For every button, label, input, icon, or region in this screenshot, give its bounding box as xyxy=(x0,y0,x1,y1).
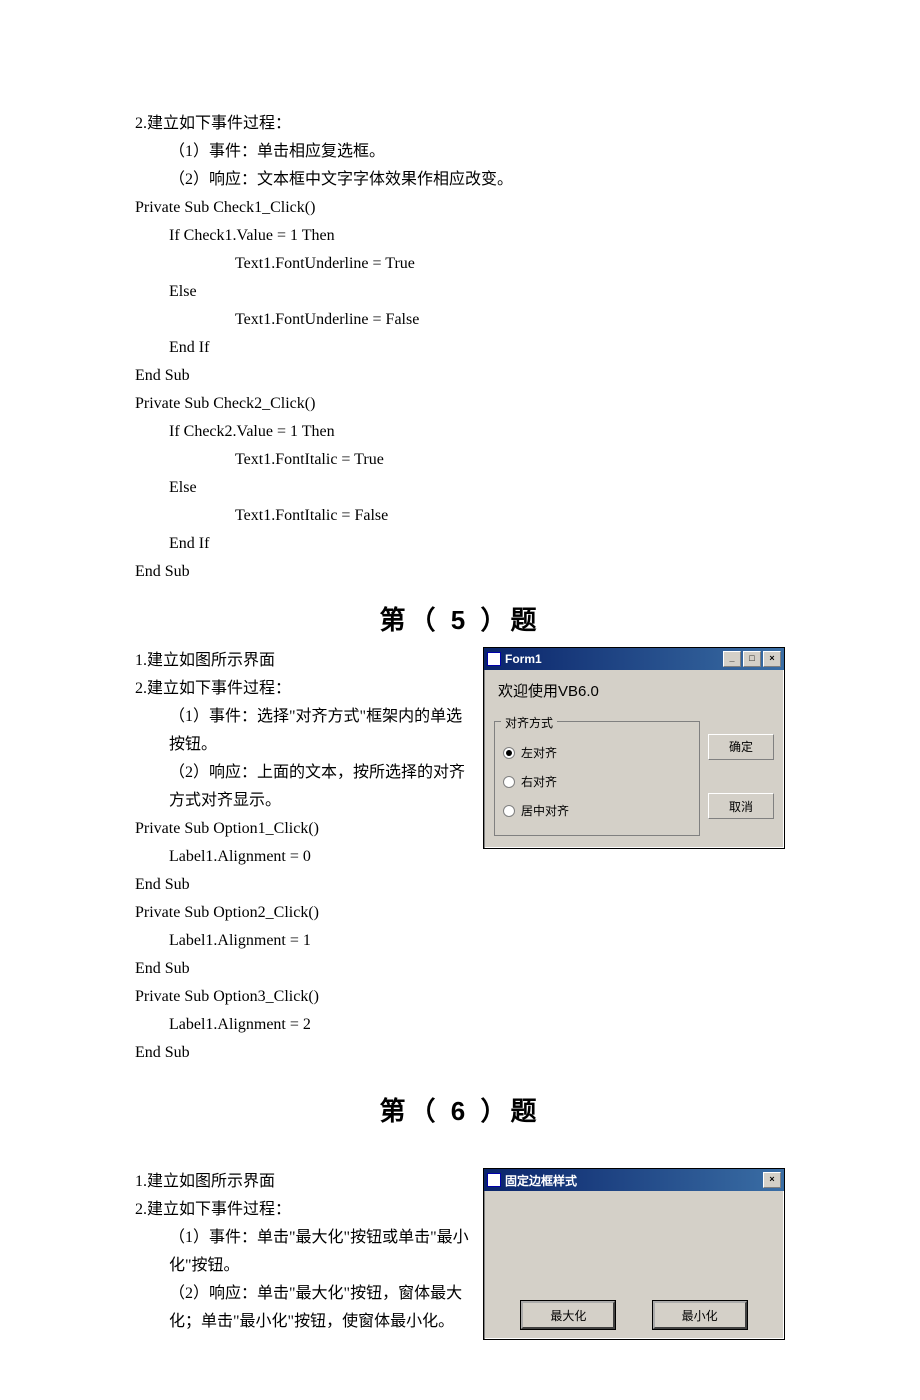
radio-icon[interactable] xyxy=(503,776,515,788)
option-label: 左对齐 xyxy=(521,744,557,761)
code-line: Private Sub Option2_Click() xyxy=(135,899,785,927)
q4-event: （1）事件：单击相应复选框。 xyxy=(135,138,785,166)
close-icon[interactable]: × xyxy=(763,1172,781,1188)
form-icon xyxy=(487,652,501,666)
maximize-button[interactable]: 最大化 xyxy=(521,1301,615,1329)
code-line: If Check1.Value = 1 Then xyxy=(135,222,785,250)
code-line: End Sub xyxy=(135,362,785,390)
option-left-align[interactable]: 左对齐 xyxy=(503,738,691,767)
option-label: 居中对齐 xyxy=(521,802,569,819)
code-line: Private Sub Check1_Click() xyxy=(135,194,785,222)
titlebar[interactable]: 固定边框样式 × xyxy=(484,1169,784,1191)
code-line: End Sub xyxy=(135,955,785,983)
code-line: End If xyxy=(135,530,785,558)
option-right-align[interactable]: 右对齐 xyxy=(503,767,691,796)
code-line: Text1.FontItalic = False xyxy=(135,502,785,530)
q6-step1: 1.建立如图所示界面 xyxy=(135,1168,473,1196)
code-line: If Check2.Value = 1 Then xyxy=(135,418,785,446)
maximize-icon[interactable]: □ xyxy=(743,651,761,667)
q4-step2: 2.建立如下事件过程： xyxy=(135,110,785,138)
frame-caption: 对齐方式 xyxy=(501,714,557,731)
code-line: Else xyxy=(135,278,785,306)
q4-response: （2）响应：文本框中文字字体效果作相应改变。 xyxy=(135,166,785,194)
q5-step1: 1.建立如图所示界面 xyxy=(135,647,473,675)
code-line: Label1.Alignment = 0 xyxy=(135,843,473,871)
q6-response: （2）响应：单击"最大化"按钮，窗体最大化；单击"最小化"按钮，使窗体最小化。 xyxy=(135,1280,473,1336)
code-line: Private Sub Option1_Click() xyxy=(135,815,473,843)
titlebar[interactable]: Form1 _ □ × xyxy=(484,648,784,670)
vb-form1-window: Form1 _ □ × 欢迎使用VB6.0 对齐方式 左对齐 xyxy=(483,647,785,849)
code-line: Text1.FontUnderline = True xyxy=(135,250,785,278)
code-line: End Sub xyxy=(135,558,785,586)
close-icon[interactable]: × xyxy=(763,651,781,667)
code-line: Private Sub Check2_Click() xyxy=(135,390,785,418)
option-center-align[interactable]: 居中对齐 xyxy=(503,796,691,825)
form-icon xyxy=(487,1173,501,1187)
welcome-label: 欢迎使用VB6.0 xyxy=(494,676,774,717)
code-line: End Sub xyxy=(135,1039,785,1067)
cancel-button[interactable]: 取消 xyxy=(708,793,774,819)
code-line: Label1.Alignment = 2 xyxy=(135,1011,785,1039)
code-line: Private Sub Option3_Click() xyxy=(135,983,785,1011)
window-title: 固定边框样式 xyxy=(505,1172,577,1189)
code-line: End Sub xyxy=(135,871,473,899)
radio-icon[interactable] xyxy=(503,805,515,817)
question-6-heading: 第（ 6 ）题 xyxy=(135,1091,785,1128)
vb-fixed-border-window: 固定边框样式 × 最大化 最小化 xyxy=(483,1168,785,1340)
code-line: End If xyxy=(135,334,785,362)
code-line: Label1.Alignment = 1 xyxy=(135,927,785,955)
minimize-button[interactable]: 最小化 xyxy=(653,1301,747,1329)
q5-step2: 2.建立如下事件过程： xyxy=(135,675,473,703)
code-line: Text1.FontItalic = True xyxy=(135,446,785,474)
window-title: Form1 xyxy=(505,652,542,666)
q5-response: （2）响应：上面的文本，按所选择的对齐方式对齐显示。 xyxy=(135,759,473,815)
q6-step2: 2.建立如下事件过程： xyxy=(135,1196,473,1224)
option-label: 右对齐 xyxy=(521,773,557,790)
code-line: Text1.FontUnderline = False xyxy=(135,306,785,334)
minimize-icon[interactable]: _ xyxy=(723,651,741,667)
question-5-heading: 第（ 5 ）题 xyxy=(135,600,785,637)
q5-event: （1）事件：选择"对齐方式"框架内的单选按钮。 xyxy=(135,703,473,759)
alignment-frame: 对齐方式 左对齐 右对齐 居中对齐 xyxy=(494,721,700,836)
ok-button[interactable]: 确定 xyxy=(708,734,774,760)
q6-event: （1）事件：单击"最大化"按钮或单击"最小化"按钮。 xyxy=(135,1224,473,1280)
code-line: Else xyxy=(135,474,785,502)
radio-icon[interactable] xyxy=(503,747,515,759)
